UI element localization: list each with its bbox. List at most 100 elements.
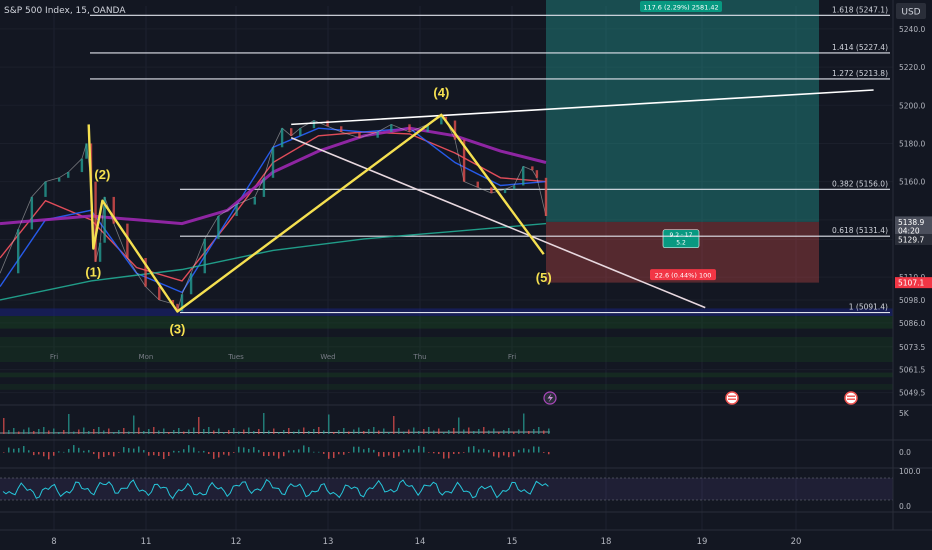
volume-bar	[543, 430, 545, 434]
volume-bar	[458, 417, 460, 434]
macd-bar	[288, 450, 290, 453]
macd-bar	[183, 449, 185, 453]
macd-bar	[303, 445, 305, 453]
volume-bar	[303, 427, 305, 434]
position-tool[interactable]: 117.6 (2.29%) 2581.4222.6 (0.44%) 1009.2…	[546, 0, 819, 283]
volume-axis-label: 5K	[899, 409, 910, 418]
macd-bar	[468, 446, 470, 453]
volume-bar	[478, 429, 480, 434]
macd-bar	[423, 446, 425, 453]
volume-bar	[243, 429, 245, 434]
volume-bar	[128, 431, 130, 434]
price-candle	[30, 196, 34, 230]
fib-label: 0.618 (5131.4)	[832, 226, 888, 235]
volume-bar	[538, 427, 540, 434]
fib-label: 1.272 (5213.8)	[832, 69, 888, 78]
macd-bar	[98, 452, 100, 459]
macd-bar	[308, 447, 310, 453]
economic-event-icon[interactable]	[844, 391, 858, 405]
volume-bar	[18, 431, 20, 434]
wave-label: (5)	[536, 270, 552, 285]
fib-label: 1.618 (5247.1)	[832, 5, 888, 14]
price-candle	[189, 273, 193, 295]
volume-bar	[493, 428, 495, 434]
volume-bar	[283, 430, 285, 434]
currency-badge[interactable]: USD	[901, 8, 920, 18]
macd-bar	[103, 452, 105, 457]
volume-bar	[138, 427, 140, 434]
volume-bar	[448, 430, 450, 434]
volume-bar	[28, 427, 30, 434]
price-candle	[312, 120, 316, 129]
macd-bar	[243, 447, 245, 453]
economic-event-icon[interactable]	[725, 391, 739, 405]
price-candle	[476, 181, 479, 188]
wave-label: (3)	[170, 322, 186, 337]
macd-bar	[448, 452, 450, 459]
macd-bar	[88, 450, 90, 453]
volume-bar	[93, 429, 95, 434]
volume-bar	[373, 427, 375, 434]
target-zone[interactable]	[546, 0, 819, 222]
price-candle	[490, 187, 493, 194]
macd-bar	[143, 450, 145, 453]
volume-bar	[133, 415, 135, 434]
volume-bar	[263, 413, 265, 434]
fib-label: 1 (5091.4)	[849, 303, 888, 312]
time-tick-label: 8	[51, 537, 56, 547]
macd-bar	[348, 452, 350, 453]
macd-bar	[543, 452, 545, 453]
macd-bar	[328, 452, 330, 459]
rsi-axis-label-top: 100.0	[899, 467, 921, 476]
volume-bar	[208, 427, 210, 434]
chart[interactable]: 117.6 (2.29%) 2581.4222.6 (0.44%) 1009.2…	[0, 0, 932, 550]
volume-bar	[498, 432, 500, 434]
macd-bar	[148, 452, 150, 456]
volume-bar	[228, 430, 230, 434]
volume-bar	[173, 430, 175, 434]
volume-bar	[488, 430, 490, 434]
volume-bar	[13, 428, 15, 434]
price-tick-label: 5200.0	[899, 101, 925, 110]
volume-bar	[508, 428, 510, 434]
volume-bar	[288, 428, 290, 434]
volume-bar	[268, 430, 270, 434]
price-candle	[262, 177, 266, 197]
volume-bar	[358, 427, 360, 434]
volume-bar	[88, 431, 90, 434]
volume-bar	[158, 430, 160, 434]
price-tag-label: 5107.1	[898, 279, 924, 288]
macd-bar	[18, 448, 20, 453]
volume-bar	[68, 414, 70, 434]
price-tick-label: 5061.5	[899, 366, 925, 375]
volume-bar	[8, 430, 10, 434]
macd-bar	[78, 447, 80, 453]
volume-bar	[198, 417, 200, 434]
volume-bar	[513, 431, 515, 434]
volume-bar	[273, 428, 275, 434]
wave-label: (4)	[433, 85, 449, 100]
macd-bar	[163, 452, 165, 460]
macd-bar	[278, 452, 280, 459]
macd-bar	[538, 446, 540, 453]
price-candle	[522, 166, 525, 186]
volume-bar	[523, 413, 525, 434]
macd-bar	[508, 452, 510, 458]
macd-bar	[513, 452, 515, 457]
price-candle	[203, 238, 206, 274]
macd-bar	[353, 446, 355, 453]
volume-bar	[438, 428, 440, 434]
macd-bar	[228, 452, 230, 456]
volume-bar	[473, 431, 475, 434]
ratio-label-2: 5.2	[676, 240, 686, 247]
price-candle	[376, 132, 379, 138]
macd-bar	[38, 452, 40, 455]
fib-label: 0.382 (5156.0)	[832, 179, 888, 188]
macd-bar	[533, 446, 535, 453]
volume-bar	[533, 429, 535, 434]
volume-bar	[528, 431, 530, 434]
macd-bar	[218, 452, 220, 458]
macd-bar	[418, 445, 420, 453]
macd-bar	[23, 446, 25, 453]
macd-bar	[118, 452, 120, 453]
